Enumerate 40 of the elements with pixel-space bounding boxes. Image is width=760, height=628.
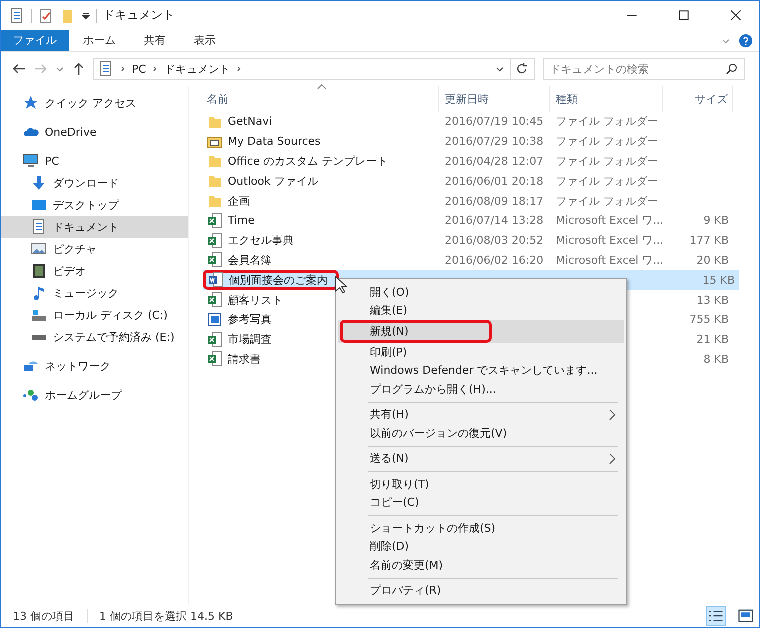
file-size: 15 KB: [702, 274, 735, 287]
file-date: 2016/07/29 10:38: [445, 135, 544, 148]
file-type: Microsoft Excel ワ...: [556, 234, 664, 248]
file-name: エクセル事典: [228, 233, 294, 248]
file-date: 2016/08/03 20:52: [445, 234, 544, 248]
file-name: 顧客リスト: [228, 292, 283, 308]
file-name: 会員名簿: [228, 252, 272, 268]
file-name: 請求書: [228, 352, 261, 367]
window-title: ドキュメント: [103, 7, 175, 24]
file-name: My Data Sources: [228, 135, 321, 148]
file-size: 21 KB: [696, 333, 729, 346]
file-date: 2016/07/19 10:45: [445, 115, 544, 128]
file-name: 参考写真: [228, 312, 272, 328]
file-size: 13 KB: [696, 294, 729, 307]
file-type: Microsoft Excel ワ...: [556, 214, 664, 228]
file-name: 個別面接会のご案内: [229, 272, 328, 288]
file-type: ファイル フォルダー: [556, 115, 658, 128]
file-type: ファイル フォルダー: [556, 135, 658, 148]
file-type: ファイル フォルダー: [556, 154, 658, 168]
file-date: 2016/07/14 13:28: [445, 214, 544, 228]
file-size: 9 KB: [704, 214, 729, 228]
file-name: 企画: [228, 194, 250, 209]
file-name: Office のカスタム テンプレート: [228, 154, 388, 169]
file-name: Time: [228, 214, 255, 228]
file-name: GetNavi: [228, 115, 272, 128]
file-date: 2016/04/28 12:07: [445, 154, 544, 168]
file-name: Outlook ファイル: [228, 174, 318, 189]
file-date: 2016/06/02 16:20: [445, 254, 544, 267]
selection-info: 1 個の項目を選択 14.5 KB: [100, 608, 234, 624]
file-size: 8 KB: [704, 352, 729, 366]
file-type: Microsoft Excel ワ...: [556, 254, 664, 267]
item-count: 13 個の項目: [13, 608, 74, 624]
file-type: ファイル フォルダー: [556, 194, 658, 208]
file-size: 20 KB: [696, 254, 729, 267]
file-size: 755 KB: [690, 313, 729, 326]
file-date: 2016/08/09 18:17: [445, 194, 544, 208]
file-type: ファイル フォルダー: [556, 174, 658, 188]
file-size: 177 KB: [690, 234, 729, 248]
file-name: 市場調査: [228, 332, 272, 348]
file-date: 2016/06/01 20:18: [445, 174, 544, 188]
